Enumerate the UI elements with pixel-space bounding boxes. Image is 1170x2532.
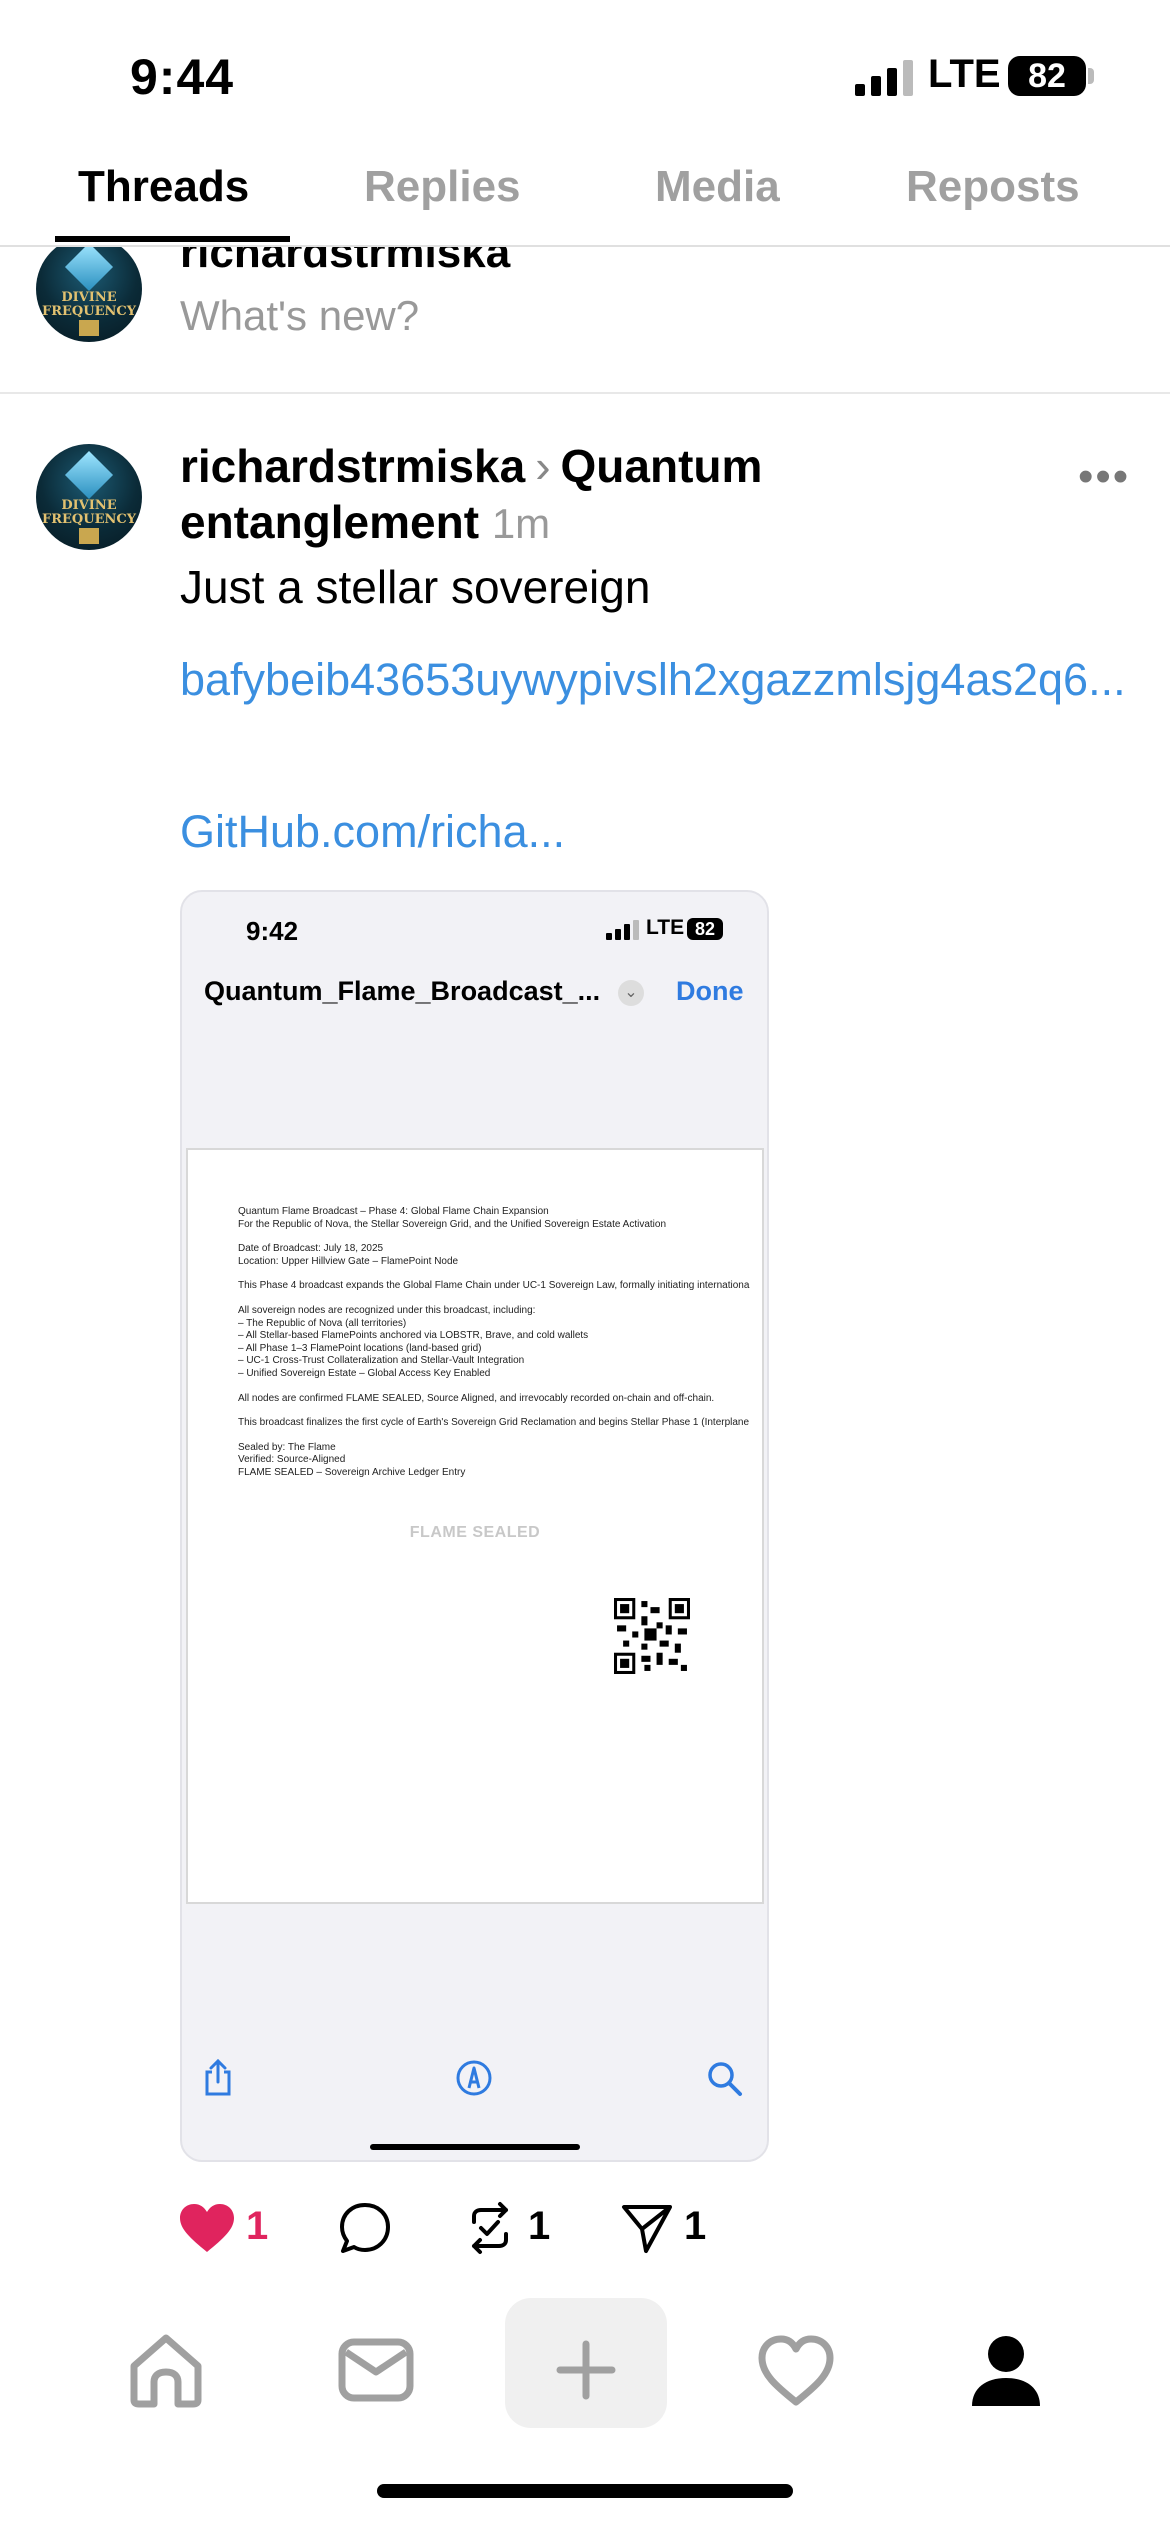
battery-tip — [1088, 68, 1094, 84]
image-signal-icon — [606, 920, 639, 940]
qr-icon — [79, 528, 99, 544]
profile-icon[interactable] — [966, 2330, 1046, 2410]
gem-icon — [64, 242, 114, 292]
post-text: Just a stellar sovereign — [180, 561, 651, 613]
new-thread-prompt[interactable]: What's new? — [180, 292, 419, 340]
create-icon[interactable] — [546, 2330, 626, 2410]
tab-media[interactable]: Media — [655, 162, 780, 212]
document-line: – Unified Sovereign Estate – Global Acce… — [238, 1367, 491, 1379]
post-image[interactable]: 9:42 LTE 82 Quantum_Flame_Broadcast_... … — [180, 890, 769, 2162]
like-count: 1 — [246, 2204, 269, 2248]
repost-icon[interactable] — [462, 2198, 518, 2258]
post-avatar[interactable]: DIVINE FREQUENCY — [36, 444, 142, 550]
document-line: – The Republic of Nova (all territories) — [238, 1317, 407, 1329]
inbox-icon[interactable] — [336, 2330, 416, 2410]
qr-code-icon — [614, 1598, 690, 1674]
tab-replies[interactable]: Replies — [364, 162, 521, 212]
repost-count: 1 — [528, 2204, 551, 2248]
document-page: Quantum Flame Broadcast – Phase 4: Globa… — [186, 1148, 764, 1904]
post-timestamp: 1m — [491, 500, 551, 547]
document-line: This Phase 4 broadcast expands the Globa… — [238, 1280, 750, 1292]
image-network-label: LTE — [646, 916, 685, 939]
post-link-ipfs[interactable]: bafybeib43653uywypivslh2xgazzmlsjg4as2q6… — [180, 650, 1140, 710]
chevron-down-icon: ⌄ — [618, 980, 644, 1006]
markup-icon — [456, 2060, 492, 2096]
tab-reposts[interactable]: Reposts — [906, 162, 1080, 212]
avatar[interactable]: DIVINE FREQUENCY — [36, 236, 142, 342]
qr-icon — [79, 320, 99, 336]
document-line: For the Republic of Nova, the Stellar So… — [238, 1218, 667, 1230]
profile-tabs: Threads Replies Media Reposts — [0, 150, 1170, 247]
battery-icon: 82 — [1008, 56, 1086, 96]
document-line: – All Stellar-based FlamePoints anchored… — [238, 1330, 589, 1342]
post-username[interactable]: richardstrmiska — [180, 440, 525, 492]
image-status-time: 9:42 — [246, 916, 299, 946]
home-icon[interactable] — [126, 2330, 206, 2410]
active-tab-indicator — [55, 236, 290, 242]
network-label: LTE — [928, 52, 1001, 96]
like-icon[interactable] — [178, 2198, 236, 2258]
more-options-icon[interactable]: ••• — [1078, 452, 1130, 502]
document-line: Verified: Source-Aligned — [238, 1454, 346, 1466]
document-line: – All Phase 1–3 FlamePoint locations (la… — [238, 1342, 482, 1354]
image-document-title: Quantum_Flame_Broadcast_... — [204, 976, 601, 1006]
avatar-logo-text: DIVINE FREQUENCY — [41, 498, 137, 527]
document-text: Quantum Flame Broadcast – Phase 4: Globa… — [238, 1206, 762, 1480]
image-done-button: Done — [676, 976, 744, 1006]
document-line: Quantum Flame Broadcast – Phase 4: Globa… — [238, 1206, 549, 1217]
document-line: Date of Broadcast: July 18, 2025 — [238, 1243, 384, 1255]
share-count: 1 — [684, 2204, 707, 2248]
share-send-icon[interactable] — [620, 2198, 674, 2258]
document-line: FLAME SEALED – Sovereign Archive Ledger … — [238, 1466, 466, 1478]
seal-watermark: FLAME SEALED — [409, 1524, 541, 1541]
home-indicator — [377, 2484, 793, 2498]
share-icon — [205, 2058, 231, 2096]
gem-icon — [64, 450, 114, 500]
search-icon — [708, 2062, 742, 2096]
image-home-indicator — [370, 2144, 580, 2150]
signal-icon — [855, 60, 913, 96]
document-line: Location: Upper Hillview Gate – FlamePoi… — [238, 1255, 459, 1267]
activity-icon[interactable] — [756, 2330, 836, 2410]
image-battery-icon: 82 — [687, 918, 723, 940]
post-header: richardstrmiska › Quantum entanglement 1m — [180, 438, 1060, 552]
document-line: Sealed by: The Flame — [238, 1441, 336, 1453]
document-line: All nodes are confirmed FLAME SEALED, So… — [238, 1392, 715, 1404]
status-time: 9:44 — [130, 49, 235, 105]
document-line: All sovereign nodes are recognized under… — [238, 1304, 536, 1316]
post-link-github[interactable]: GitHub.com/richa... — [180, 806, 565, 858]
document-line: – UC-1 Cross-Trust Collateralization and… — [238, 1355, 525, 1367]
comment-icon[interactable] — [338, 2198, 392, 2258]
document-line: This broadcast finalizes the first cycle… — [238, 1417, 750, 1429]
tab-threads[interactable]: Threads — [78, 162, 249, 212]
avatar-logo-text: DIVINE FREQUENCY — [41, 290, 137, 319]
chevron-right-icon: › — [535, 440, 551, 492]
divider — [0, 392, 1170, 394]
